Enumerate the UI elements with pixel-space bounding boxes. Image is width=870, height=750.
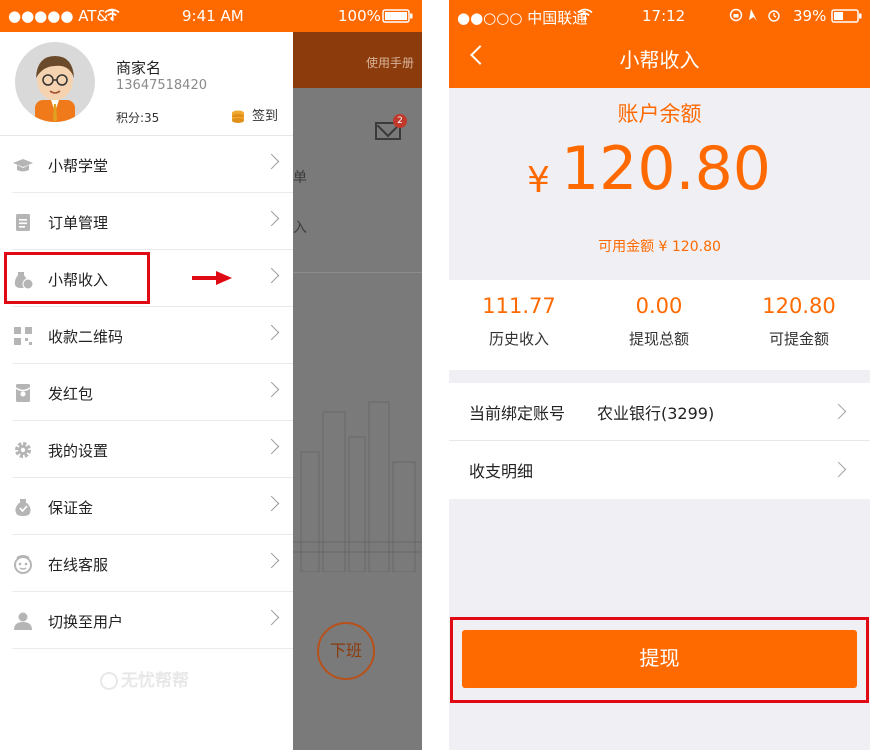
gear-icon [15,442,31,458]
menu-item-customer-service[interactable]: 在线客服 [12,535,293,592]
profile-header: 商家名 13647518420 积分:35 签到 [0,32,293,136]
side-drawer: 商家名 13647518420 积分:35 签到 小帮学堂 订单管理 小帮收入 … [0,32,293,750]
logo-icon [100,672,118,690]
wifi-icon [577,7,593,25]
currency-symbol: ¥ [527,160,550,201]
clock: 9:41 AM [182,7,244,25]
stat-history-income: 111.77 历史收入 [449,294,589,349]
drawer-menu: 小帮学堂 订单管理 小帮收入 收款二维码 发红包 我的设置 保证金 在线客服 切… [0,136,293,649]
menu-item-label: 小帮学堂 [48,157,109,175]
chevron-right-icon [263,210,280,227]
red-envelope-icon [15,384,31,402]
balance-panel: 账户余额 ¥ 120.80 可用金额 ¥ 120.80 [449,88,870,270]
status-bar: ●●○○○ 中国联通 17:12 39% [449,0,870,32]
settings-list: 当前绑定账号 农业银行(3299) 收支明细 [449,383,870,499]
off-duty-button[interactable]: 下班 [317,622,375,680]
avatar[interactable] [15,42,95,122]
status-icons [729,8,787,26]
merchant-phone: 13647518420 [116,78,207,93]
right-phone-screen: ●●○○○ 中国联通 17:12 39% 小帮收入 账户余额 ¥ 120.80 … [449,0,870,750]
chevron-right-icon [263,609,280,626]
chevron-right-icon [263,153,280,170]
clock: 17:12 [642,7,686,25]
carrier-signal: ●●○○○ 中国联通 [457,9,588,27]
chevron-right-icon [263,324,280,341]
battery-icon [382,9,414,27]
transaction-detail-row[interactable]: 收支明细 [449,441,870,499]
menu-item-label: 发红包 [48,385,94,403]
chevron-right-icon [263,381,280,398]
brand-logo: 无忧帮帮 [100,666,189,691]
chevron-right-icon [263,495,280,512]
stat-label: 提现总额 [628,330,689,348]
checkin-button[interactable]: 签到 [230,105,278,125]
deposit-bag-icon [15,499,31,516]
wifi-icon [104,7,120,25]
chevron-right-icon [263,267,280,284]
menu-item-academy[interactable]: 小帮学堂 [12,136,293,193]
bound-account-value: 农业银行(3299) [597,404,715,423]
nav-bar: 小帮收入 [449,32,870,88]
menu-item-label: 切换至用户 [48,613,124,631]
battery-percent: 39% [793,7,827,25]
menu-item-switch-user[interactable]: 切换至用户 [12,592,293,649]
stat-total-withdrawn: 0.00 提现总额 [589,294,729,349]
user-icon [14,612,32,630]
stat-value: 0.00 [635,294,683,318]
stat-value: 111.77 [482,294,556,318]
background-text-fragment: 单 [293,170,307,186]
coin-stack-icon [232,110,244,123]
menu-item-label: 订单管理 [48,214,109,232]
menu-item-qr-code[interactable]: 收款二维码 [12,307,293,364]
menu-item-label: 保证金 [48,499,94,517]
merchant-name: 商家名 [116,59,162,77]
balance-title: 账户余额 [617,102,702,126]
highlight-box-income [4,252,150,304]
menu-item-settings[interactable]: 我的设置 [12,421,293,478]
qr-code-icon [14,327,32,345]
arrow-right-icon [192,271,232,285]
stat-withdrawable: 120.80 可提金额 [729,294,869,349]
carrier-signal: ●●●●● AT&T [8,7,118,25]
stat-label: 历史收入 [488,330,549,348]
menu-item-label: 我的设置 [48,442,109,460]
row-label: 收支明细 [469,462,534,481]
city-skyline-illustration [293,401,422,572]
balance-amount: 120.80 [561,134,771,204]
stat-value: 120.80 [762,294,836,318]
status-bar: ●●●●● AT&T 9:41 AM 100% [0,0,422,32]
chevron-right-icon [830,461,847,478]
menu-item-label: 收款二维码 [48,328,124,346]
brand-logo-text: 无忧帮帮 [121,671,189,691]
available-amount: 可用金额 ¥ 120.80 [598,239,721,255]
menu-item-red-envelope[interactable]: 发红包 [12,364,293,421]
chevron-right-icon [263,552,280,569]
row-label: 当前绑定账号 [469,404,566,423]
background-divider [293,272,422,273]
checkin-label: 签到 [252,109,279,124]
income-stats: 111.77 历史收入 0.00 提现总额 120.80 可提金额 [449,280,870,370]
battery-percent: 100% [338,7,381,25]
left-phone-screen: ●●●●● AT&T 9:41 AM 100% 使用手册 2 单 入 下班 商家… [0,0,422,750]
customer-service-icon [14,555,32,574]
background-text-fragment: 入 [293,220,307,236]
menu-item-label: 在线客服 [48,556,109,574]
points-value: 积分:35 [116,111,160,125]
highlight-box-withdraw [450,617,869,703]
chevron-right-icon [263,438,280,455]
mail-badge: 2 [393,114,407,128]
graduation-cap-icon [13,159,33,172]
chevron-right-icon [830,403,847,420]
bound-account-row[interactable]: 当前绑定账号 农业银行(3299) [449,383,870,441]
background-app-header: 使用手册 [293,32,422,88]
user-manual-link: 使用手册 [365,56,414,70]
page-title: 小帮收入 [619,48,700,72]
background-app-overlay[interactable]: 使用手册 2 单 入 下班 [293,32,422,750]
clipboard-icon [16,214,30,231]
stat-label: 可提金额 [768,330,829,348]
menu-item-orders[interactable]: 订单管理 [12,193,293,250]
menu-item-deposit[interactable]: 保证金 [12,478,293,535]
battery-icon [831,9,863,27]
